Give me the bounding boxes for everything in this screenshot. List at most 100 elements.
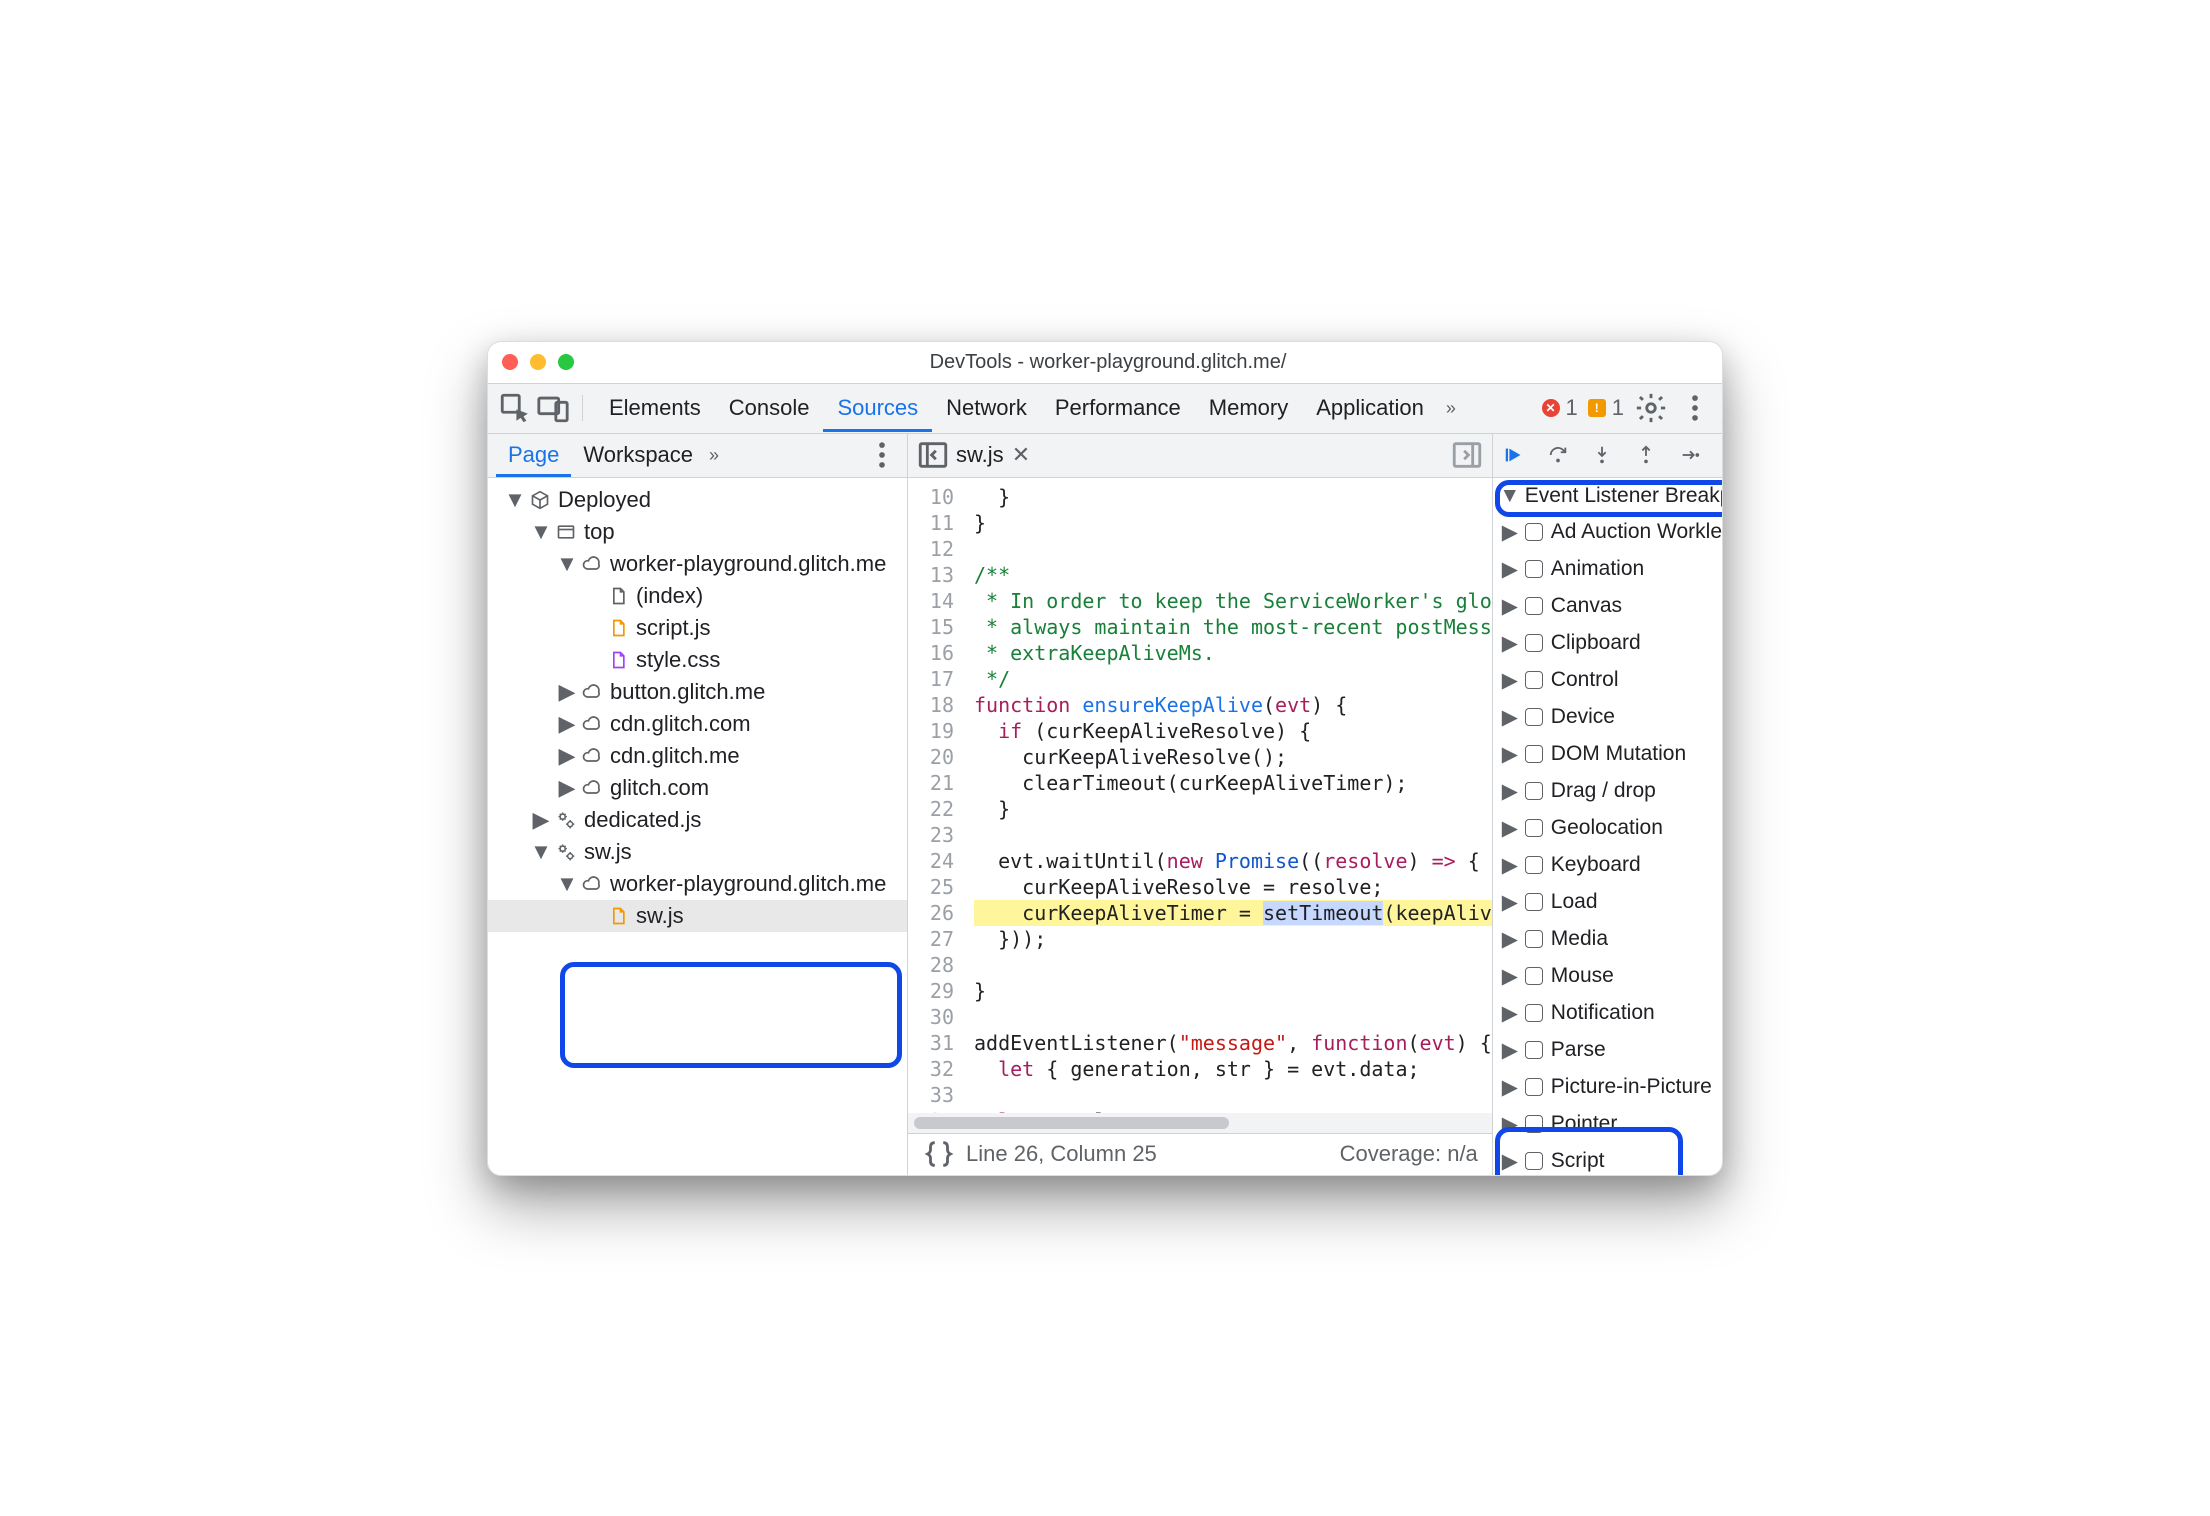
toggle-navigator-icon[interactable]	[916, 438, 950, 472]
step-into-icon[interactable]	[1591, 444, 1613, 466]
tree-item[interactable]: (index)	[488, 580, 907, 612]
tab-performance[interactable]: Performance	[1041, 385, 1195, 431]
breakpoint-category[interactable]: ▶Drag / drop	[1493, 773, 1723, 810]
breakpoint-category[interactable]: ▶Animation	[1493, 551, 1723, 588]
tree-item[interactable]: ▼Deployed	[488, 484, 907, 516]
step-icon[interactable]	[1679, 444, 1701, 466]
tree-item[interactable]: ▼sw.js	[488, 836, 907, 868]
tree-item[interactable]: ▶glitch.com	[488, 772, 907, 804]
checkbox[interactable]	[1525, 782, 1543, 800]
tab-elements[interactable]: Elements	[595, 385, 715, 431]
breakpoint-category[interactable]: ▶Parse	[1493, 1032, 1723, 1069]
checkbox[interactable]	[1525, 1115, 1543, 1133]
checkbox[interactable]	[1525, 1041, 1543, 1059]
checkbox[interactable]	[1525, 819, 1543, 837]
scrollbar-thumb[interactable]	[914, 1117, 1229, 1129]
tree-item[interactable]: ▼top	[488, 516, 907, 548]
breakpoint-category[interactable]: ▶Device	[1493, 699, 1723, 736]
step-out-icon[interactable]	[1635, 444, 1657, 466]
tree-item[interactable]: ▶dedicated.js	[488, 804, 907, 836]
breakpoint-category[interactable]: ▶DOM Mutation	[1493, 736, 1723, 773]
horizontal-scrollbar[interactable]	[908, 1113, 1492, 1133]
tree-item[interactable]: ▼worker-playground.glitch.me	[488, 548, 907, 580]
more-tabs-icon[interactable]: »	[1446, 398, 1456, 419]
file-tree[interactable]: ▼Deployed▼top▼worker-playground.glitch.m…	[488, 478, 907, 1175]
expander-icon[interactable]: ▶	[1503, 1038, 1517, 1063]
breakpoint-category[interactable]: ▶Control	[1493, 662, 1723, 699]
tab-console[interactable]: Console	[715, 385, 824, 431]
expander-icon[interactable]: ▶	[560, 679, 574, 705]
expander-icon[interactable]: ▶	[1503, 594, 1517, 619]
expander-icon[interactable]: ▶	[1503, 1001, 1517, 1026]
breakpoint-category[interactable]: ▶Keyboard	[1493, 847, 1723, 884]
expander-icon[interactable]: ▶	[1503, 964, 1517, 989]
expander-icon[interactable]: ▶	[1503, 1112, 1517, 1137]
checkbox[interactable]	[1525, 967, 1543, 985]
expander-icon[interactable]: ▶	[1503, 742, 1517, 767]
checkbox[interactable]	[1525, 856, 1543, 874]
checkbox[interactable]	[1525, 708, 1543, 726]
expander-icon[interactable]: ▶	[1503, 1075, 1517, 1100]
expander-icon[interactable]: ▶	[1503, 853, 1517, 878]
breakpoint-category[interactable]: ▶Picture-in-Picture	[1493, 1069, 1723, 1106]
expander-icon[interactable]: ▶	[1503, 890, 1517, 915]
code-editor[interactable]: 1011121314151617181920212223242526272829…	[908, 478, 1492, 1113]
pretty-print-icon[interactable]	[922, 1137, 956, 1171]
expander-icon[interactable]: ▶	[1503, 779, 1517, 804]
breakpoint-category[interactable]: ▶Geolocation	[1493, 810, 1723, 847]
close-tab-icon[interactable]: ✕	[1012, 442, 1030, 468]
breakpoint-category[interactable]: ▶Pointer	[1493, 1106, 1723, 1143]
checkbox[interactable]	[1525, 634, 1543, 652]
warning-count[interactable]: ! 1	[1588, 395, 1624, 421]
checkbox[interactable]	[1525, 523, 1543, 541]
close-window-button[interactable]	[502, 354, 518, 370]
expander-icon[interactable]: ▶	[560, 743, 574, 769]
checkbox[interactable]	[1525, 893, 1543, 911]
error-count[interactable]: ✕ 1	[1542, 395, 1578, 421]
device-toolbar-icon[interactable]	[536, 391, 570, 425]
expander-icon[interactable]: ▼	[508, 487, 522, 513]
breakpoint-category[interactable]: ▶Mouse	[1493, 958, 1723, 995]
navigator-menu-icon[interactable]	[865, 438, 899, 472]
tree-item[interactable]: script.js	[488, 612, 907, 644]
step-over-icon[interactable]	[1547, 444, 1569, 466]
breakpoint-category[interactable]: ▶Canvas	[1493, 588, 1723, 625]
expander-icon[interactable]: ▶	[560, 711, 574, 737]
breakpoint-category[interactable]: ▶Script	[1493, 1143, 1723, 1175]
tree-item[interactable]: ▶cdn.glitch.me	[488, 740, 907, 772]
editor-tab-swjs[interactable]: sw.js ✕	[950, 442, 1036, 468]
tab-sources[interactable]: Sources	[823, 385, 932, 431]
toggle-debugger-icon[interactable]	[1450, 438, 1484, 472]
tree-item[interactable]: ▼worker-playground.glitch.me	[488, 868, 907, 900]
breakpoint-category[interactable]: ▶Load	[1493, 884, 1723, 921]
maximize-window-button[interactable]	[558, 354, 574, 370]
checkbox[interactable]	[1525, 671, 1543, 689]
tab-application[interactable]: Application	[1302, 385, 1438, 431]
tree-item[interactable]: ▶button.glitch.me	[488, 676, 907, 708]
expander-icon[interactable]: ▼	[534, 519, 548, 545]
expander-icon[interactable]: ▶	[1503, 927, 1517, 952]
expander-icon[interactable]: ▶	[534, 807, 548, 833]
more-menu-icon[interactable]	[1678, 391, 1712, 425]
checkbox[interactable]	[1525, 1004, 1543, 1022]
breakpoint-list[interactable]: ▼Event Listener Breakpoints▶Ad Auction W…	[1493, 478, 1723, 1175]
expander-icon[interactable]: ▶	[1503, 520, 1517, 545]
expander-icon[interactable]: ▶	[1503, 631, 1517, 656]
expander-icon[interactable]: ▶	[1503, 557, 1517, 582]
checkbox[interactable]	[1525, 1152, 1543, 1170]
expander-icon[interactable]: ▶	[1503, 1149, 1517, 1174]
breakpoint-category[interactable]: ▶Notification	[1493, 995, 1723, 1032]
expander-icon[interactable]: ▶	[1503, 816, 1517, 841]
event-listener-breakpoints-header[interactable]: ▼Event Listener Breakpoints	[1493, 478, 1723, 514]
more-navigator-tabs-icon[interactable]: »	[709, 445, 719, 466]
breakpoint-category[interactable]: ▶Clipboard	[1493, 625, 1723, 662]
expander-icon[interactable]: ▼	[1503, 484, 1517, 508]
tab-network[interactable]: Network	[932, 385, 1041, 431]
expander-icon[interactable]: ▼	[534, 839, 548, 865]
checkbox[interactable]	[1525, 560, 1543, 578]
checkbox[interactable]	[1525, 597, 1543, 615]
expander-icon[interactable]: ▶	[1503, 668, 1517, 693]
expander-icon[interactable]: ▼	[560, 871, 574, 897]
navigator-tab-page[interactable]: Page	[496, 434, 571, 476]
tab-memory[interactable]: Memory	[1195, 385, 1302, 431]
